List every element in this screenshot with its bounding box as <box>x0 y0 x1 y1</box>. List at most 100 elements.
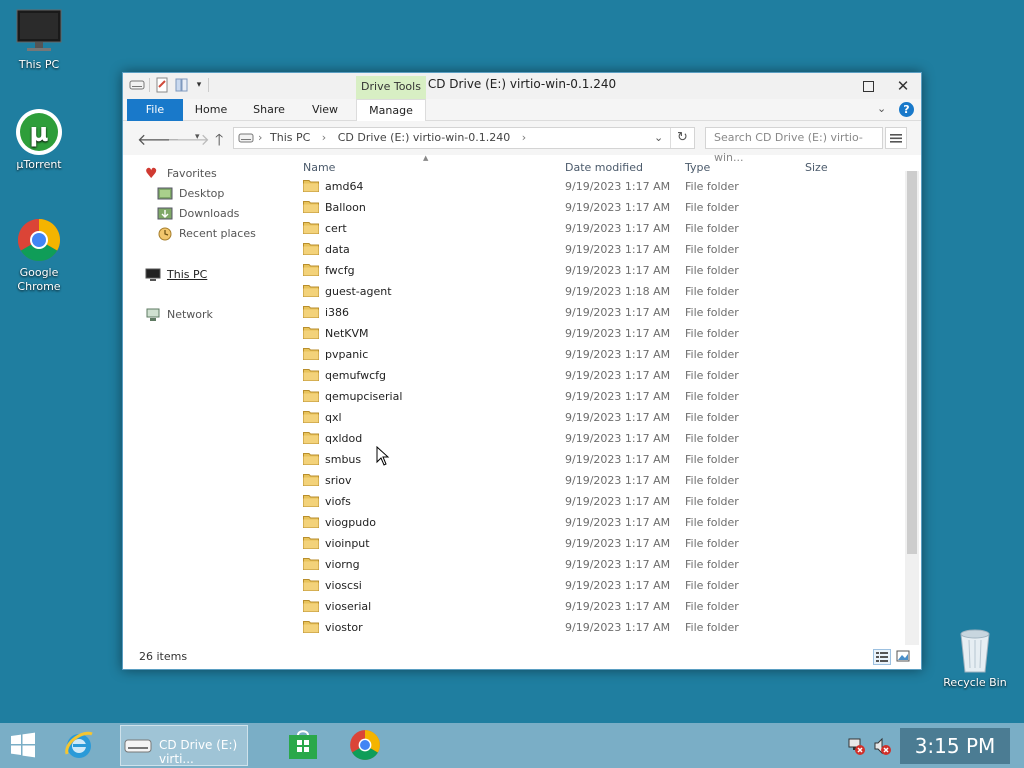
file-row[interactable]: Balloon 9/19/2023 1:17 AM File folder <box>293 197 903 218</box>
nav-this-pc[interactable]: This PC <box>145 266 207 284</box>
nav-label: Desktop <box>179 187 225 200</box>
chrome-icon <box>15 216 63 264</box>
file-row[interactable]: fwcfg 9/19/2023 1:17 AM File folder <box>293 260 903 281</box>
taskbar-internet-explorer[interactable] <box>62 723 102 768</box>
file-row[interactable]: sriov 9/19/2023 1:17 AM File folder <box>293 470 903 491</box>
file-row[interactable]: NetKVM 9/19/2023 1:17 AM File folder <box>293 323 903 344</box>
file-row[interactable]: cert 9/19/2023 1:17 AM File folder <box>293 218 903 239</box>
file-row[interactable]: data 9/19/2023 1:17 AM File folder <box>293 239 903 260</box>
file-type: File folder <box>685 222 739 235</box>
tab-share[interactable]: Share <box>247 99 291 121</box>
nav-desktop[interactable]: Desktop <box>157 185 224 203</box>
file-row[interactable]: viogpudo 9/19/2023 1:17 AM File folder <box>293 512 903 533</box>
nav-recent-places[interactable]: Recent places <box>157 225 256 243</box>
tab-file[interactable]: File <box>127 99 183 121</box>
file-row[interactable]: guest-agent 9/19/2023 1:18 AM File folder <box>293 281 903 302</box>
desktop-icon-utorrent[interactable]: µ µTorrent <box>1 108 77 172</box>
drive-icon <box>123 734 153 761</box>
file-date-modified: 9/19/2023 1:17 AM <box>565 264 671 277</box>
nav-favorites[interactable]: ♥ Favorites <box>145 165 217 183</box>
close-button[interactable]: ✕ <box>886 73 920 99</box>
file-type: File folder <box>685 243 739 256</box>
tab-home[interactable]: Home <box>191 99 231 121</box>
file-date-modified: 9/19/2023 1:17 AM <box>565 579 671 592</box>
store-icon <box>289 730 317 759</box>
volume-muted-icon[interactable] <box>872 723 892 768</box>
explorer-window: ▾ Drive Tools CD Drive (E:) virtio-win-0… <box>122 72 922 670</box>
forward-button[interactable]: 🡒 <box>167 129 210 149</box>
maximize-button[interactable] <box>851 73 885 99</box>
taskbar-explorer-window[interactable]: CD Drive (E:) virti... <box>120 725 248 766</box>
vertical-scrollbar[interactable] <box>905 171 919 645</box>
file-type: File folder <box>685 474 739 487</box>
refresh-icon[interactable]: ↻ <box>670 128 694 148</box>
file-date-modified: 9/19/2023 1:17 AM <box>565 621 671 634</box>
file-row[interactable]: i386 9/19/2023 1:17 AM File folder <box>293 302 903 323</box>
windows-logo-icon <box>11 732 35 758</box>
file-type: File folder <box>685 369 739 382</box>
close-icon: ✕ <box>896 77 910 95</box>
start-button[interactable] <box>8 723 44 768</box>
tab-view[interactable]: View <box>305 99 345 121</box>
file-date-modified: 9/19/2023 1:17 AM <box>565 369 671 382</box>
nav-label: Network <box>167 308 213 321</box>
file-date-modified: 9/19/2023 1:17 AM <box>565 495 671 508</box>
file-row[interactable]: qxl 9/19/2023 1:17 AM File folder <box>293 407 903 428</box>
file-row[interactable]: viostor 9/19/2023 1:17 AM File folder <box>293 617 903 638</box>
scrollbar-thumb[interactable] <box>907 171 917 554</box>
maximize-icon <box>862 81 874 92</box>
folder-icon <box>303 494 319 507</box>
help-icon[interactable]: ? <box>899 102 914 117</box>
breadcrumb-this-pc[interactable]: This PC <box>270 131 310 144</box>
file-type: File folder <box>685 327 739 340</box>
breadcrumb-cd-drive[interactable]: CD Drive (E:) virtio-win-0.1.240 <box>338 131 511 144</box>
folder-icon <box>303 326 319 339</box>
file-row[interactable]: qemupciserial 9/19/2023 1:17 AM File folde… <box>293 386 903 407</box>
taskbar-store[interactable] <box>286 723 326 768</box>
desktop-icon-google-chrome[interactable]: Google Chrome <box>1 216 77 294</box>
large-icons-view-icon[interactable] <box>895 649 913 665</box>
search-menu-icon[interactable] <box>885 127 907 149</box>
breadcrumb-separator: › <box>321 131 327 144</box>
file-type: File folder <box>685 432 739 445</box>
nav-network[interactable]: Network <box>145 306 213 324</box>
file-row[interactable]: vioserial 9/19/2023 1:17 AM File folder <box>293 596 903 617</box>
column-header-size[interactable]: Size <box>805 161 828 174</box>
address-bar[interactable]: › This PC › CD Drive (E:) virtio-win-0.1… <box>233 127 695 149</box>
desktop-icon-recycle-bin[interactable]: Recycle Bin <box>937 626 1013 690</box>
file-row[interactable]: viofs 9/19/2023 1:17 AM File folder <box>293 491 903 512</box>
file-row[interactable]: qemufwcfg 9/19/2023 1:17 AM File folder <box>293 365 903 386</box>
column-header-date-modified[interactable]: Date modified <box>565 161 643 174</box>
column-header-type[interactable]: Type <box>685 161 710 174</box>
file-type: File folder <box>685 285 739 298</box>
file-name: i386 <box>325 306 350 319</box>
folder-icon <box>303 620 319 633</box>
network-status-icon[interactable] <box>846 723 866 768</box>
taskbar-clock[interactable]: 3:15 PM <box>900 728 1010 764</box>
utorrent-icon: µ <box>15 108 63 156</box>
file-date-modified: 9/19/2023 1:18 AM <box>565 285 671 298</box>
file-row[interactable]: vioinput 9/19/2023 1:17 AM File folder <box>293 533 903 554</box>
nav-label: This PC <box>167 268 208 281</box>
file-name: Balloon <box>325 201 366 214</box>
details-view-icon[interactable] <box>873 649 891 665</box>
file-name: amd64 <box>325 180 364 193</box>
file-row[interactable]: viorng 9/19/2023 1:17 AM File folder <box>293 554 903 575</box>
address-dropdown-icon[interactable]: ⌄ <box>654 128 663 148</box>
window-title: CD Drive (E:) virtio-win-0.1.240 <box>427 77 617 91</box>
file-row[interactable]: vioscsi 9/19/2023 1:17 AM File folder <box>293 575 903 596</box>
recent-locations-button[interactable]: ▾ <box>195 132 200 142</box>
file-date-modified: 9/19/2023 1:17 AM <box>565 348 671 361</box>
file-row[interactable]: pvpanic 9/19/2023 1:17 AM File folder <box>293 344 903 365</box>
nav-downloads[interactable]: Downloads <box>157 205 239 223</box>
desktop-icon-this-pc[interactable]: This PC <box>1 8 77 72</box>
column-header-name[interactable]: Name <box>303 161 335 174</box>
up-button[interactable]: 🡑 <box>215 129 223 156</box>
tab-manage[interactable]: Manage <box>356 99 426 121</box>
file-row[interactable]: amd64 9/19/2023 1:17 AM File folder <box>293 176 903 197</box>
taskbar-chrome[interactable] <box>348 723 388 768</box>
file-name: sriov <box>325 474 352 487</box>
file-name: vioscsi <box>325 579 362 592</box>
search-input[interactable]: Search CD Drive (E:) virtio-win... <box>705 127 883 164</box>
ribbon-expand-icon[interactable]: ⌄ <box>877 102 886 115</box>
